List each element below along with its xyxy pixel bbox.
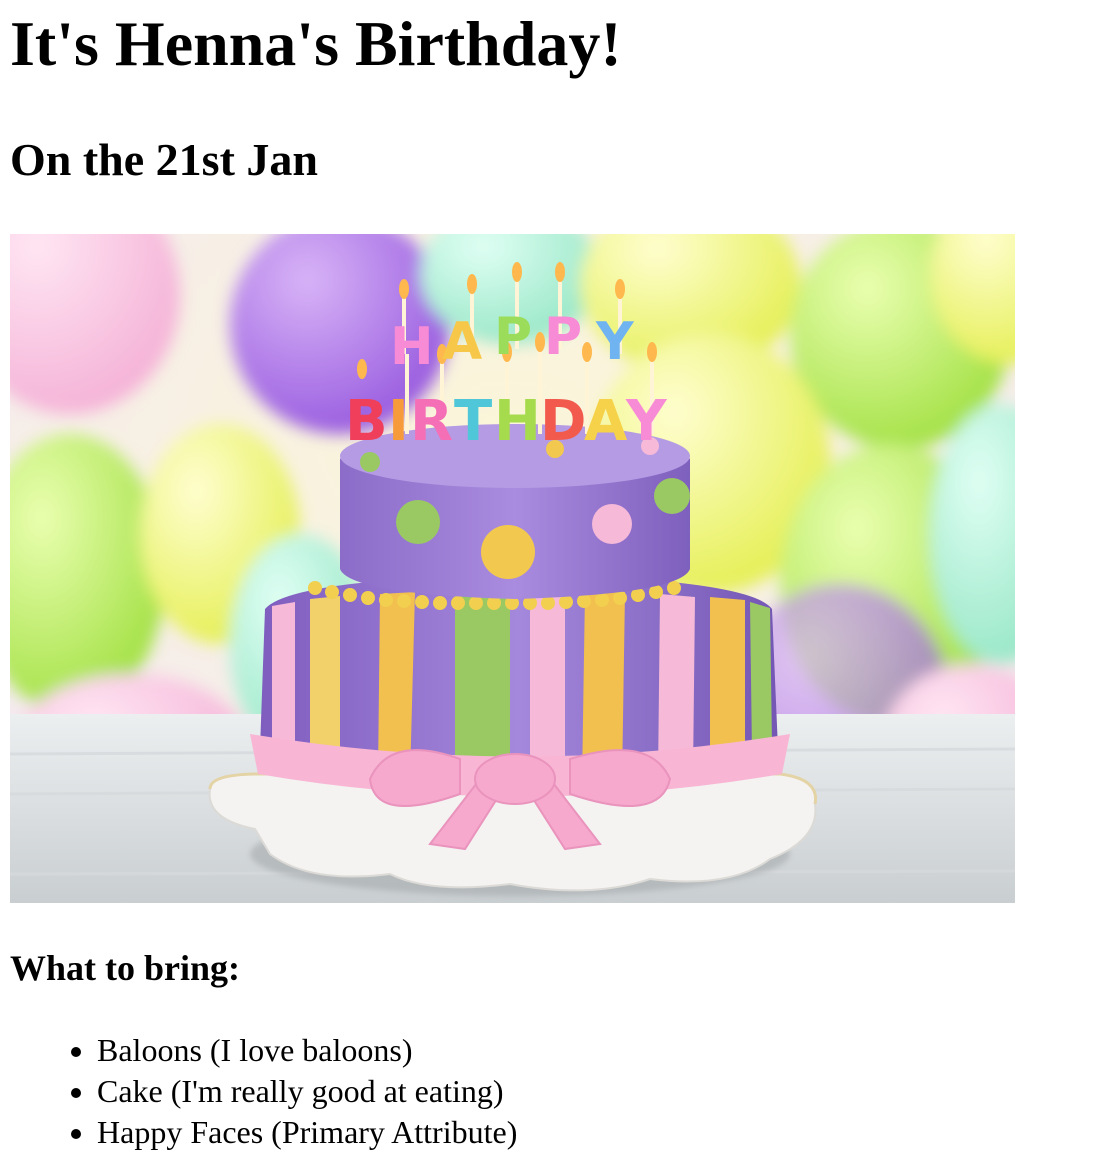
list-item: Cake (I'm really good at eating) [97, 1071, 517, 1112]
svg-text:A: A [584, 389, 628, 454]
list-item: Happy Faces (Primary Attribute) [97, 1112, 517, 1153]
page-subtitle: On the 21st Jan [10, 134, 318, 185]
svg-text:P: P [494, 307, 532, 367]
bring-heading: What to bring: [10, 948, 241, 988]
list-item: Baloons (I love baloons) [97, 1030, 517, 1071]
svg-text:Y: Y [625, 389, 668, 454]
svg-text:I: I [388, 389, 409, 454]
svg-text:H: H [494, 389, 541, 454]
bring-list: Baloons (I love baloons) Cake (I'm reall… [10, 1030, 517, 1153]
birthday-cake-image: H A P P Y B I R T H D A Y [10, 234, 1015, 903]
svg-text:B: B [345, 389, 388, 454]
svg-text:H: H [390, 317, 434, 377]
svg-text:P: P [544, 307, 582, 367]
svg-text:T: T [454, 389, 492, 454]
page-title: It's Henna's Birthday! [10, 8, 622, 79]
svg-text:Y: Y [595, 312, 635, 372]
svg-text:A: A [442, 312, 482, 372]
svg-text:R: R [410, 389, 453, 454]
svg-text:D: D [540, 389, 586, 454]
